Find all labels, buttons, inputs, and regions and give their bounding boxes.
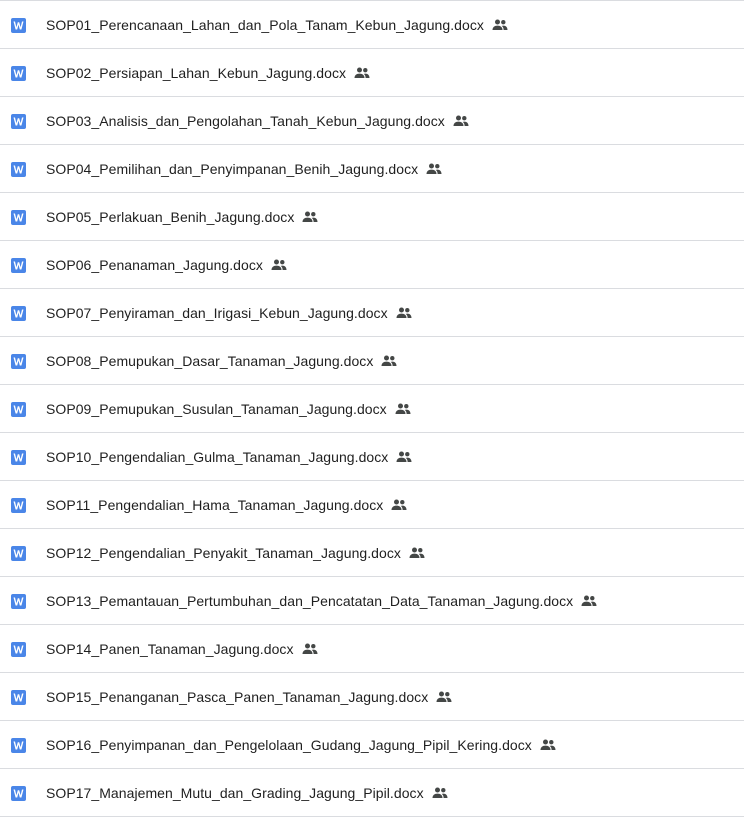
file-name-wrap: SOP09_Pemupukan_Susulan_Tanaman_Jagung.d… xyxy=(46,385,411,432)
word-doc-icon xyxy=(11,689,26,705)
shared-people-icon xyxy=(409,545,425,561)
file-name-wrap: SOP13_Pemantauan_Pertumbuhan_dan_Pencata… xyxy=(46,577,597,624)
file-row[interactable]: SOP03_Analisis_dan_Pengolahan_Tanah_Kebu… xyxy=(0,97,744,145)
shared-people-icon xyxy=(453,113,469,129)
file-name[interactable]: SOP11_Pengendalian_Hama_Tanaman_Jagung.d… xyxy=(46,497,383,513)
file-row[interactable]: SOP07_Penyiraman_dan_Irigasi_Kebun_Jagun… xyxy=(0,289,744,337)
word-doc-icon xyxy=(11,113,26,129)
word-doc-icon xyxy=(11,17,26,33)
file-name-wrap: SOP07_Penyiraman_dan_Irigasi_Kebun_Jagun… xyxy=(46,289,412,336)
word-doc-icon xyxy=(11,737,26,753)
word-doc-icon xyxy=(11,353,26,369)
shared-people-icon xyxy=(436,689,452,705)
file-name[interactable]: SOP13_Pemantauan_Pertumbuhan_dan_Pencata… xyxy=(46,593,573,609)
word-doc-icon xyxy=(11,257,26,273)
file-name[interactable]: SOP17_Manajemen_Mutu_dan_Grading_Jagung_… xyxy=(46,785,424,801)
word-doc-icon xyxy=(11,305,26,321)
file-name[interactable]: SOP12_Pengendalian_Penyakit_Tanaman_Jagu… xyxy=(46,545,401,561)
file-name-wrap: SOP01_Perencanaan_Lahan_dan_Pola_Tanam_K… xyxy=(46,1,508,48)
file-name-wrap: SOP11_Pengendalian_Hama_Tanaman_Jagung.d… xyxy=(46,481,407,528)
file-name-wrap: SOP10_Pengendalian_Gulma_Tanaman_Jagung.… xyxy=(46,433,412,480)
file-name[interactable]: SOP14_Panen_Tanaman_Jagung.docx xyxy=(46,641,294,657)
file-list: SOP01_Perencanaan_Lahan_dan_Pola_Tanam_K… xyxy=(0,0,744,821)
file-name-wrap: SOP05_Perlakuan_Benih_Jagung.docx xyxy=(46,193,318,240)
shared-people-icon xyxy=(581,593,597,609)
file-name-wrap: SOP08_Pemupukan_Dasar_Tanaman_Jagung.doc… xyxy=(46,337,397,384)
file-name[interactable]: SOP05_Perlakuan_Benih_Jagung.docx xyxy=(46,209,294,225)
file-row[interactable]: SOP12_Pengendalian_Penyakit_Tanaman_Jagu… xyxy=(0,529,744,577)
shared-people-icon xyxy=(432,785,448,801)
word-doc-icon xyxy=(11,641,26,657)
word-doc-icon xyxy=(11,545,26,561)
file-name-wrap: SOP17_Manajemen_Mutu_dan_Grading_Jagung_… xyxy=(46,769,448,816)
shared-people-icon xyxy=(396,449,412,465)
file-name-wrap: SOP02_Persiapan_Lahan_Kebun_Jagung.docx xyxy=(46,49,370,96)
file-row[interactable]: SOP13_Pemantauan_Pertumbuhan_dan_Pencata… xyxy=(0,577,744,625)
file-name-wrap: SOP12_Pengendalian_Penyakit_Tanaman_Jagu… xyxy=(46,529,425,576)
file-name-wrap: SOP03_Analisis_dan_Pengolahan_Tanah_Kebu… xyxy=(46,97,469,144)
file-name[interactable]: SOP03_Analisis_dan_Pengolahan_Tanah_Kebu… xyxy=(46,113,445,129)
shared-people-icon xyxy=(302,209,318,225)
shared-people-icon xyxy=(271,257,287,273)
file-name[interactable]: SOP06_Penanaman_Jagung.docx xyxy=(46,257,263,273)
file-name[interactable]: SOP02_Persiapan_Lahan_Kebun_Jagung.docx xyxy=(46,65,346,81)
word-doc-icon xyxy=(11,161,26,177)
shared-people-icon xyxy=(391,497,407,513)
shared-people-icon xyxy=(354,65,370,81)
file-name[interactable]: SOP15_Penanganan_Pasca_Panen_Tanaman_Jag… xyxy=(46,689,428,705)
shared-people-icon xyxy=(540,737,556,753)
word-doc-icon xyxy=(11,593,26,609)
file-name-wrap: SOP14_Panen_Tanaman_Jagung.docx xyxy=(46,625,318,672)
file-name-wrap: SOP06_Penanaman_Jagung.docx xyxy=(46,241,287,288)
file-row[interactable]: SOP16_Penyimpanan_dan_Pengelolaan_Gudang… xyxy=(0,721,744,769)
file-row[interactable]: SOP01_Perencanaan_Lahan_dan_Pola_Tanam_K… xyxy=(0,1,744,49)
word-doc-icon xyxy=(11,497,26,513)
file-name[interactable]: SOP09_Pemupukan_Susulan_Tanaman_Jagung.d… xyxy=(46,401,387,417)
shared-people-icon xyxy=(396,305,412,321)
shared-people-icon xyxy=(426,161,442,177)
file-row[interactable]: SOP10_Pengendalian_Gulma_Tanaman_Jagung.… xyxy=(0,433,744,481)
file-name[interactable]: SOP16_Penyimpanan_dan_Pengelolaan_Gudang… xyxy=(46,737,532,753)
file-row[interactable]: SOP05_Perlakuan_Benih_Jagung.docx xyxy=(0,193,744,241)
word-doc-icon xyxy=(11,401,26,417)
shared-people-icon xyxy=(302,641,318,657)
file-row[interactable]: SOP15_Penanganan_Pasca_Panen_Tanaman_Jag… xyxy=(0,673,744,721)
shared-people-icon xyxy=(492,17,508,33)
file-row[interactable]: SOP02_Persiapan_Lahan_Kebun_Jagung.docx xyxy=(0,49,744,97)
file-row[interactable]: SOP06_Penanaman_Jagung.docx xyxy=(0,241,744,289)
file-name[interactable]: SOP01_Perencanaan_Lahan_dan_Pola_Tanam_K… xyxy=(46,17,484,33)
word-doc-icon xyxy=(11,65,26,81)
file-row[interactable]: SOP17_Manajemen_Mutu_dan_Grading_Jagung_… xyxy=(0,769,744,817)
file-row[interactable]: SOP09_Pemupukan_Susulan_Tanaman_Jagung.d… xyxy=(0,385,744,433)
file-name[interactable]: SOP10_Pengendalian_Gulma_Tanaman_Jagung.… xyxy=(46,449,388,465)
word-doc-icon xyxy=(11,449,26,465)
file-name[interactable]: SOP08_Pemupukan_Dasar_Tanaman_Jagung.doc… xyxy=(46,353,373,369)
file-name-wrap: SOP15_Penanganan_Pasca_Panen_Tanaman_Jag… xyxy=(46,673,452,720)
file-name-wrap: SOP04_Pemilihan_dan_Penyimpanan_Benih_Ja… xyxy=(46,145,442,192)
word-doc-icon xyxy=(11,209,26,225)
word-doc-icon xyxy=(11,785,26,801)
file-row[interactable]: SOP14_Panen_Tanaman_Jagung.docx xyxy=(0,625,744,673)
file-row[interactable]: SOP11_Pengendalian_Hama_Tanaman_Jagung.d… xyxy=(0,481,744,529)
file-name[interactable]: SOP07_Penyiraman_dan_Irigasi_Kebun_Jagun… xyxy=(46,305,388,321)
file-row[interactable]: SOP08_Pemupukan_Dasar_Tanaman_Jagung.doc… xyxy=(0,337,744,385)
file-name-wrap: SOP16_Penyimpanan_dan_Pengelolaan_Gudang… xyxy=(46,721,556,768)
shared-people-icon xyxy=(381,353,397,369)
file-row[interactable]: SOP04_Pemilihan_dan_Penyimpanan_Benih_Ja… xyxy=(0,145,744,193)
file-name[interactable]: SOP04_Pemilihan_dan_Penyimpanan_Benih_Ja… xyxy=(46,161,418,177)
shared-people-icon xyxy=(395,401,411,417)
